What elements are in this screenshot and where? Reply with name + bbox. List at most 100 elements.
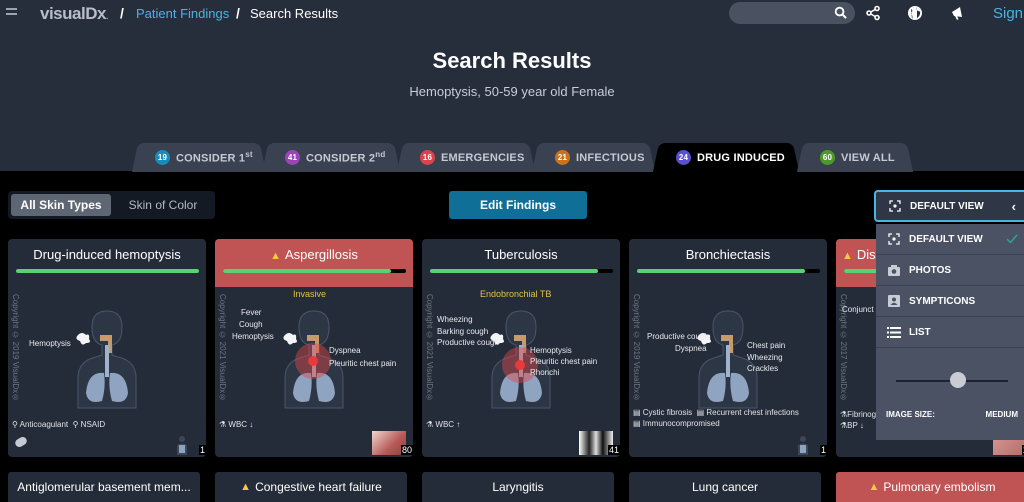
tab-count-badge: 41	[285, 150, 300, 165]
card-tags: ⚗Fibrinog ⚗BP ↓	[840, 409, 876, 431]
sympticon-thumbnail[interactable]	[165, 431, 199, 455]
tab-count-badge: 24	[676, 150, 691, 165]
sympticon-thumbnail[interactable]	[786, 431, 820, 455]
tag-text: NSAID	[80, 420, 106, 429]
view-option-list[interactable]: LIST	[876, 317, 1024, 348]
logo[interactable]: visualDx.	[40, 4, 108, 24]
tab-view-all[interactable]: 60 VIEW ALL	[806, 143, 904, 172]
finding-label: Fever	[241, 308, 262, 317]
diagnosis-card[interactable]: Tuberculosis Copyright © 2021 VisualDx® …	[422, 239, 620, 457]
card-tags: ▤ Cystic fibrosis ▤ Recurrent chest infe…	[633, 407, 799, 429]
finding-label: Wheezing	[437, 315, 473, 324]
tab-count-badge: 19	[155, 150, 170, 165]
pill-icon	[15, 437, 27, 447]
share-icon[interactable]	[865, 5, 881, 21]
tag-text: Recurrent chest infections	[706, 408, 799, 417]
card-title-text: Aspergillosis	[284, 247, 358, 262]
diagnosis-card[interactable]: ▲ Congestive heart failure	[215, 472, 407, 502]
warning-icon: ▲	[842, 250, 853, 262]
view-option-label: SYMPTICONS	[909, 295, 976, 307]
diagnosis-card[interactable]: Drug-induced hemoptysis Copyright © 2019…	[8, 239, 206, 457]
focus-icon	[887, 233, 901, 245]
person-card-icon	[887, 295, 901, 307]
view-option-default[interactable]: DEFAULT VIEW	[876, 224, 1024, 255]
lab-tag: ⚗Fibrinog	[840, 410, 877, 419]
finding-label: Conjunct	[842, 305, 874, 314]
history-tag: ▤ Immunocompromised	[633, 419, 720, 428]
diagnosis-card[interactable]: Lung cancer	[629, 472, 821, 502]
drug-tag: ⚲ Anticoagulant	[12, 420, 69, 429]
tab-emergencies[interactable]: 16 EMERGENCIES	[406, 143, 526, 172]
tab-label: EMERGENCIES	[441, 151, 525, 164]
copyright-text: Copyright © 2021 VisualDx®	[218, 294, 227, 403]
tab-drug-induced[interactable]: 24 DRUG INDUCED	[662, 143, 790, 172]
search-icon[interactable]	[834, 6, 847, 19]
diagnosis-card[interactable]: ▲ Pulmonary embolism	[836, 472, 1024, 502]
page-subtitle: Hemoptysis, 50-59 year old Female	[409, 84, 615, 99]
lab-tag: ⚗ WBC ↓	[219, 420, 254, 429]
tab-consider-2nd[interactable]: 41 CONSIDER 2nd	[271, 143, 391, 172]
view-option-label: LIST	[909, 326, 931, 338]
match-score-fill	[430, 269, 599, 273]
view-option-label: PHOTOS	[909, 264, 952, 276]
drug-tag: ⚲ NSAID	[72, 420, 106, 429]
chevron-left-icon[interactable]: ‹	[1012, 199, 1016, 214]
tag-text: Cystic fibrosis	[642, 408, 693, 417]
card-title: ▲ Aspergillosis	[215, 247, 413, 262]
menu-icon[interactable]	[6, 8, 17, 18]
warning-icon: ▲	[868, 481, 880, 493]
tab-label-sup: nd	[375, 150, 386, 160]
sign-in-link[interactable]: Sign	[993, 5, 1023, 22]
view-option-photos[interactable]: PHOTOS	[876, 255, 1024, 286]
sympticon-figure	[696, 310, 758, 409]
all-skin-types-button[interactable]: All Skin Types	[11, 194, 111, 216]
tab-label-sup: st	[245, 150, 253, 160]
finding-label: Productive cough	[437, 338, 499, 347]
copyright-text: Copyright © 2019 VisualDx®	[11, 294, 20, 403]
view-selector-label: DEFAULT VIEW	[910, 200, 984, 212]
diagnosis-card[interactable]: ▲ Aspergillosis Copyright © 2021 VisualDx…	[215, 239, 413, 457]
match-score-fill	[223, 269, 392, 273]
card-title-text: Dis	[856, 247, 876, 262]
image-size-label: IMAGE SIZE:	[886, 410, 935, 419]
image-count: 1	[198, 445, 206, 455]
tag-text: WBC ↓	[228, 420, 254, 429]
card-title: Lung cancer	[691, 480, 759, 494]
image-count: 80	[400, 445, 413, 455]
tab-infectious[interactable]: 21 INFECTIOUS	[541, 143, 646, 172]
finding-label: Hemoptysis	[232, 332, 274, 341]
search-input[interactable]	[729, 2, 855, 24]
finding-label: Productive cough	[647, 332, 709, 341]
tab-label: CONSIDER 1	[176, 152, 246, 165]
tab-count-badge: 60	[820, 150, 835, 165]
lab-tag: ⚗ WBC ↑	[426, 420, 461, 429]
breadcrumb-patient-findings[interactable]: Patient Findings	[136, 6, 229, 21]
announcement-icon[interactable]	[950, 5, 966, 21]
tag-text: WBC ↑	[435, 420, 461, 429]
diagnosis-card[interactable]: Bronchiectasis Copyright © 2019 VisualDx…	[629, 239, 827, 457]
view-selector[interactable]: DEFAULT VIEW ‹	[874, 190, 1024, 222]
edit-findings-button[interactable]: Edit Findings	[449, 191, 587, 219]
variant-label: Invasive	[293, 289, 327, 299]
view-option-sympticons[interactable]: SYMPTICONS	[876, 286, 1024, 317]
checkmark-icon	[1006, 234, 1018, 244]
tab-label: VIEW ALL	[841, 151, 895, 164]
tab-count-badge: 21	[555, 150, 570, 165]
diagnosis-card[interactable]: Laryngitis	[422, 472, 614, 502]
globe-icon[interactable]	[907, 5, 923, 21]
diagnosis-card[interactable]: Antiglomerular basement mem...	[8, 472, 200, 502]
warning-icon: ▲	[270, 250, 281, 262]
match-score-bar	[16, 269, 199, 273]
card-title: Drug-induced hemoptysis	[33, 247, 181, 262]
tab-count-badge: 16	[420, 150, 435, 165]
card-title: Pulmonary embolism	[883, 480, 996, 494]
tag-text: Fibrinog	[847, 410, 877, 419]
image-size-slider-handle[interactable]	[949, 372, 966, 388]
skin-of-color-button[interactable]: Skin of Color	[114, 194, 212, 216]
finding-label: Hemoptysis	[29, 339, 71, 348]
camera-icon	[887, 264, 901, 276]
match-score-bar	[430, 269, 613, 273]
view-option-label: DEFAULT VIEW	[909, 233, 983, 245]
view-menu: DEFAULT VIEW PHOTOS SYMPTICONS LIST IMAG…	[876, 224, 1024, 440]
tab-consider-1st[interactable]: 19 CONSIDER 1st	[141, 143, 257, 172]
